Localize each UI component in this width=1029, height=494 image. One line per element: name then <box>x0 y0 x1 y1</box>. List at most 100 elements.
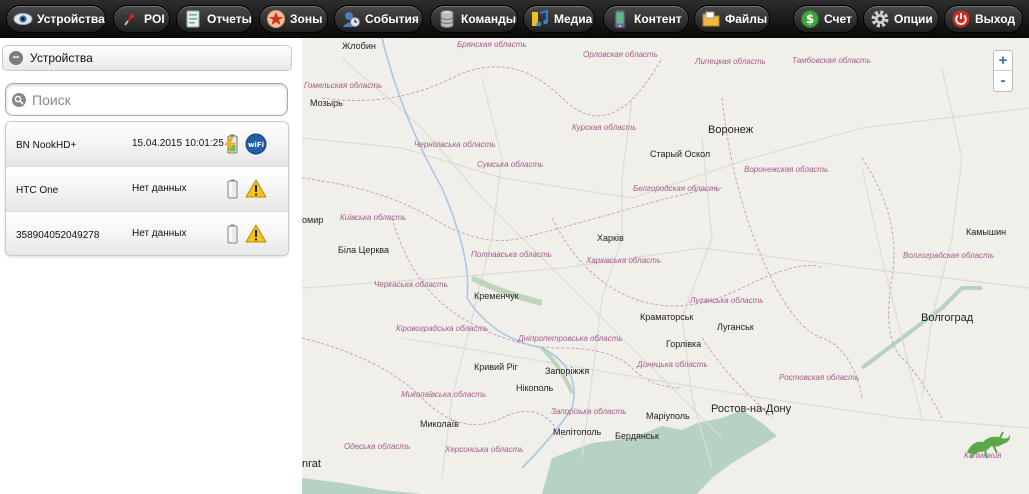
city-label: Камышин <box>966 227 1007 237</box>
device-last-seen: Нет данных <box>132 183 187 194</box>
main-toolbar: Устройства POI Отчеты Зоны События Коман… <box>0 0 1029 38</box>
city-label: Запоріжжя <box>545 366 590 376</box>
device-last-seen: Нет данных <box>132 228 187 239</box>
city-label: Воронеж <box>708 124 754 136</box>
city-label: Нікополь <box>516 383 554 393</box>
options-button-label: Опции <box>894 12 933 26</box>
eye-icon <box>13 9 33 29</box>
empty-battery-icon <box>222 178 242 200</box>
power-icon <box>951 9 971 29</box>
city-label: Харків <box>597 233 624 243</box>
city-label: Мозырь <box>310 98 343 108</box>
options-button[interactable]: Опции <box>863 5 939 33</box>
region-label: Белгородская область <box>633 184 720 193</box>
region-label: Запорізька область <box>551 407 627 416</box>
content-button-label: Контент <box>634 12 682 26</box>
map-view[interactable]: Жлобин Мозырь Воронеж Старый Оскол Харкі… <box>302 38 1029 494</box>
device-row[interactable]: BN NookHD+ 15.04.2015 10:01:25 wiFi <box>6 122 288 167</box>
events-button-label: События <box>365 12 419 26</box>
devices-panel-title: Устройства <box>30 51 93 65</box>
charging-battery-icon <box>222 133 242 155</box>
city-label: Кривий Ріг <box>474 362 518 372</box>
region-label: Орловская область <box>583 50 658 59</box>
empty-battery-icon <box>222 223 242 245</box>
lizard-logo-icon <box>967 431 1011 459</box>
city-label: Луганськ <box>717 322 754 332</box>
files-button-label: Файлы <box>725 12 768 26</box>
account-button[interactable]: $ Счет <box>793 5 858 33</box>
files-button[interactable]: Файлы <box>694 5 770 33</box>
collapse-icon[interactable]: − <box>9 51 23 65</box>
warning-icon <box>245 223 267 245</box>
city-label: Кременчук <box>474 291 519 301</box>
region-label: Чернігівська область <box>414 140 496 149</box>
devices-panel-header[interactable]: − Устройства <box>2 45 292 71</box>
device-name: BN NookHD+ <box>16 140 77 151</box>
region-label: Донецька область <box>637 360 708 369</box>
commands-button[interactable]: Команды <box>430 5 518 33</box>
pin-icon <box>120 9 140 29</box>
logout-button[interactable]: Выход <box>944 5 1023 33</box>
city-label: Жлобин <box>342 41 376 51</box>
city-label: Мелітополь <box>553 427 602 437</box>
database-icon <box>437 9 457 29</box>
devices-button-label: Устройства <box>37 12 105 26</box>
svg-text:$: $ <box>806 12 814 26</box>
zoom-out-button[interactable]: - <box>994 71 1012 91</box>
region-label: Миколаївська область <box>401 390 487 399</box>
zones-button[interactable]: Зоны <box>259 5 328 33</box>
region-label: Черкаська область <box>374 280 448 289</box>
poi-button[interactable]: POI <box>113 5 170 33</box>
music-note-icon <box>530 9 550 29</box>
reports-button-label: Отчеты <box>207 12 252 26</box>
phone-icon <box>610 9 630 29</box>
region-label: Харківська область <box>586 256 662 265</box>
content-button[interactable]: Контент <box>603 5 689 33</box>
media-button-label: Медиа <box>554 12 593 26</box>
search-input[interactable] <box>32 91 272 108</box>
reports-button[interactable]: Отчеты <box>176 5 253 33</box>
gear-icon <box>870 9 890 29</box>
events-button[interactable]: События <box>334 5 423 33</box>
search-icon <box>12 92 26 107</box>
region-label: Полтавська область <box>471 250 552 259</box>
region-label: Волгоградская область <box>903 251 995 260</box>
devices-button[interactable]: Устройства <box>6 5 106 33</box>
report-icon <box>183 9 203 29</box>
device-name: HTC One <box>16 185 59 196</box>
city-label: nrat <box>302 458 321 470</box>
zones-button-label: Зоны <box>290 12 323 26</box>
region-label: Тамбовская область <box>792 56 871 65</box>
region-label: Ростовская область <box>779 373 860 382</box>
device-row[interactable]: 358904052049278 Нет данных <box>6 212 288 255</box>
svg-text:wiFi: wiFi <box>248 141 264 149</box>
city-label: Ростов-на-Дону <box>711 403 792 415</box>
commands-button-label: Команды <box>461 12 517 26</box>
city-label: Горлівка <box>666 339 702 349</box>
city-label: Бердянськ <box>615 431 659 441</box>
region-label: Луганська область <box>690 296 764 305</box>
zoom-in-button[interactable]: + <box>994 51 1012 71</box>
region-label: Дніпропетровська область <box>518 334 623 343</box>
map-base <box>302 38 1029 494</box>
poi-button-label: POI <box>144 12 165 26</box>
media-button[interactable]: Медиа <box>523 5 595 33</box>
device-row[interactable]: HTC One Нет данных <box>6 167 288 212</box>
search-box <box>5 83 288 116</box>
region-label: Курская область <box>572 123 637 132</box>
zoom-control: + - <box>993 50 1013 92</box>
region-label: Херсонська область <box>445 445 524 454</box>
wifi-icon: wiFi <box>245 133 267 155</box>
city-label: Волгоград <box>921 312 974 324</box>
logout-button-label: Выход <box>975 12 1016 26</box>
region-label: Київська область <box>340 213 407 222</box>
device-list: BN NookHD+ 15.04.2015 10:01:25 wiFi HTC … <box>5 121 289 256</box>
region-label: Кіровоградська область <box>396 324 489 333</box>
city-label: Миколаїв <box>420 419 459 429</box>
device-last-seen: 15.04.2015 10:01:25 <box>132 138 224 149</box>
city-label: Краматорськ <box>640 312 694 322</box>
device-name: 358904052049278 <box>16 230 100 241</box>
city-label: омир <box>302 215 324 225</box>
zone-star-icon <box>266 9 286 29</box>
region-label: Липецкая область <box>695 57 766 66</box>
